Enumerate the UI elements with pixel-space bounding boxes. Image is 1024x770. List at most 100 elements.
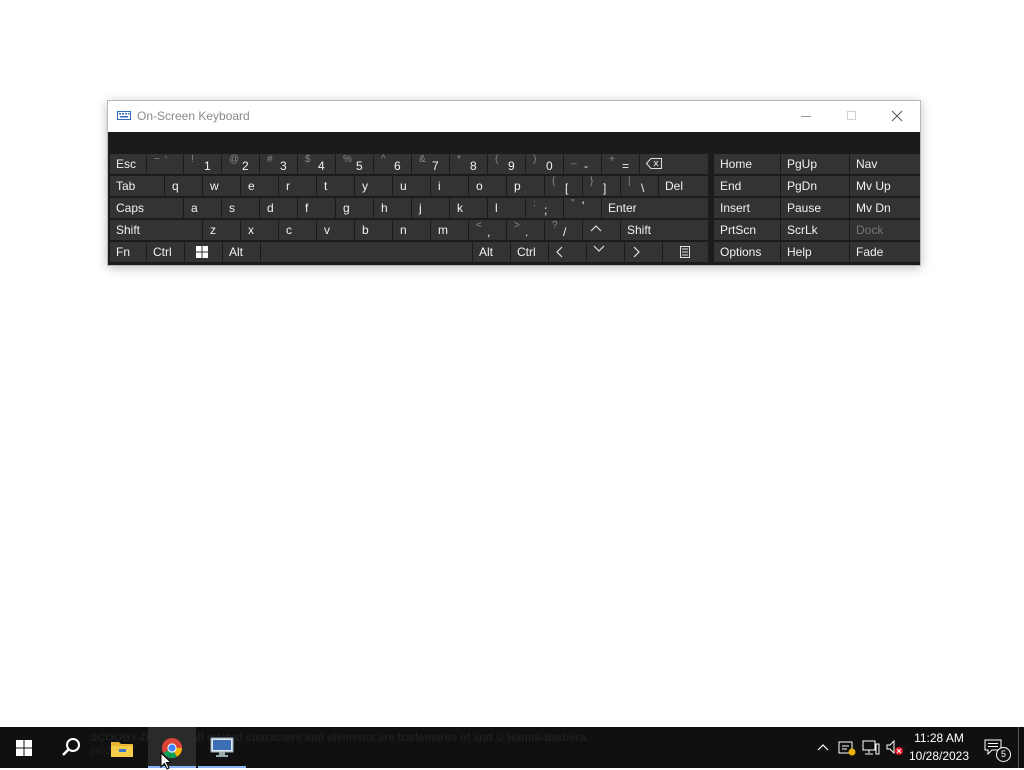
clock[interactable]: 11:28 AM 10/28/2023 xyxy=(908,727,970,768)
key-7[interactable]: & 7 xyxy=(412,154,449,174)
key-arrow-right[interactable] xyxy=(625,242,662,262)
key-d[interactable]: d xyxy=(260,198,297,218)
maximize-button[interactable] xyxy=(829,101,874,132)
key-dock[interactable]: Dock xyxy=(850,220,920,240)
file-explorer-button[interactable] xyxy=(98,727,146,768)
key-options[interactable]: Options xyxy=(714,242,780,262)
key-space[interactable] xyxy=(261,242,472,262)
key-ctrl-right[interactable]: Ctrl xyxy=(511,242,548,262)
volume-button[interactable] xyxy=(884,727,906,768)
key-c[interactable]: c xyxy=(279,220,316,240)
search-button[interactable] xyxy=(48,727,96,768)
key-h[interactable]: h xyxy=(374,198,411,218)
key-mv-up[interactable]: Mv Up xyxy=(850,176,920,196)
key-b[interactable]: b xyxy=(355,220,392,240)
key-e[interactable]: e xyxy=(241,176,278,196)
key-pause[interactable]: Pause xyxy=(781,198,849,218)
key-pgup[interactable]: PgUp xyxy=(781,154,849,174)
key-quote[interactable]: " ' xyxy=(564,198,601,218)
key-2[interactable]: @2 xyxy=(222,154,259,174)
key-w[interactable]: w xyxy=(203,176,240,196)
tray-app-button[interactable] xyxy=(836,727,858,768)
key-caps[interactable]: Caps xyxy=(110,198,183,218)
key-8[interactable]: * 8 xyxy=(450,154,487,174)
network-button[interactable] xyxy=(860,727,882,768)
key-minus[interactable]: _ - xyxy=(564,154,601,174)
key-g[interactable]: g xyxy=(336,198,373,218)
key-6[interactable]: ^ 6 xyxy=(374,154,411,174)
key-help[interactable]: Help xyxy=(781,242,849,262)
key-o[interactable]: o xyxy=(469,176,506,196)
key-y[interactable]: y xyxy=(355,176,392,196)
key-backslash[interactable]: | \ xyxy=(621,176,658,196)
key-i[interactable]: i xyxy=(431,176,468,196)
key-windows[interactable] xyxy=(185,242,222,262)
key-shift-left[interactable]: Shift xyxy=(110,220,202,240)
key-slash[interactable]: ? / xyxy=(545,220,582,240)
key-semicolon[interactable]: :; xyxy=(526,198,563,218)
key-equals[interactable]: + = xyxy=(602,154,639,174)
minimize-button[interactable] xyxy=(784,101,829,132)
close-icon xyxy=(891,110,903,122)
remote-desktop-button[interactable] xyxy=(198,727,246,768)
key-scrlk[interactable]: ScrLk xyxy=(781,220,849,240)
key-alt-right[interactable]: Alt xyxy=(473,242,510,262)
key-pgdn[interactable]: PgDn xyxy=(781,176,849,196)
key-l[interactable]: l xyxy=(488,198,525,218)
title-bar[interactable]: On-Screen Keyboard xyxy=(108,101,920,132)
key-right-bracket[interactable]: }] xyxy=(583,176,620,196)
key-3[interactable]: #3 xyxy=(260,154,297,174)
key-backtick[interactable]: ~ ` xyxy=(147,154,183,174)
key-4[interactable]: $4 xyxy=(298,154,335,174)
key-left-bracket[interactable]: {[ xyxy=(545,176,582,196)
key-z[interactable]: z xyxy=(203,220,240,240)
chrome-button[interactable] xyxy=(148,727,196,768)
key-home[interactable]: Home xyxy=(714,154,780,174)
key-q[interactable]: q xyxy=(165,176,202,196)
action-center-button[interactable]: 5 xyxy=(976,727,1016,768)
key-del[interactable]: Del xyxy=(659,176,708,196)
key-v[interactable]: v xyxy=(317,220,354,240)
key-shift-right[interactable]: Shift xyxy=(621,220,708,240)
key-insert[interactable]: Insert xyxy=(714,198,780,218)
key-arrow-up[interactable] xyxy=(583,220,620,240)
key-arrow-left[interactable] xyxy=(549,242,586,262)
key-f[interactable]: f xyxy=(298,198,335,218)
key-5[interactable]: % 5 xyxy=(336,154,373,174)
key-1[interactable]: ! 1 xyxy=(184,154,221,174)
key-fn[interactable]: Fn xyxy=(110,242,146,262)
key-nav[interactable]: Nav xyxy=(850,154,920,174)
key-9[interactable]: (9 xyxy=(488,154,525,174)
key-period[interactable]: >. xyxy=(507,220,544,240)
key-j[interactable]: j xyxy=(412,198,449,218)
close-button[interactable] xyxy=(874,101,919,132)
key-alt-left[interactable]: Alt xyxy=(223,242,260,262)
key-m[interactable]: m xyxy=(431,220,468,240)
show-hidden-icons-button[interactable] xyxy=(812,727,834,768)
key-a[interactable]: a xyxy=(184,198,221,218)
key-0[interactable]: ) 0 xyxy=(526,154,563,174)
key-context-menu[interactable] xyxy=(663,242,708,262)
key-esc[interactable]: Esc xyxy=(110,154,146,174)
key-ctrl-left[interactable]: Ctrl xyxy=(147,242,184,262)
key-p[interactable]: p xyxy=(507,176,544,196)
key-backspace[interactable] xyxy=(640,154,708,174)
show-desktop-button[interactable] xyxy=(1018,727,1024,768)
key-tab[interactable]: Tab xyxy=(110,176,164,196)
key-s[interactable]: s xyxy=(222,198,259,218)
key-t[interactable]: t xyxy=(317,176,354,196)
key-r[interactable]: r xyxy=(279,176,316,196)
key-k[interactable]: k xyxy=(450,198,487,218)
key-prtscn[interactable]: PrtScn xyxy=(714,220,780,240)
key-end[interactable]: End xyxy=(714,176,780,196)
key-mv-dn[interactable]: Mv Dn xyxy=(850,198,920,218)
key-arrow-down[interactable] xyxy=(587,242,624,262)
key-u[interactable]: u xyxy=(393,176,430,196)
key-enter[interactable]: Enter xyxy=(602,198,708,218)
start-button[interactable] xyxy=(0,727,48,768)
key-fade[interactable]: Fade xyxy=(850,242,920,262)
network-icon xyxy=(862,740,880,755)
key-comma[interactable]: <, xyxy=(469,220,506,240)
key-x[interactable]: x xyxy=(241,220,278,240)
key-n[interactable]: n xyxy=(393,220,430,240)
